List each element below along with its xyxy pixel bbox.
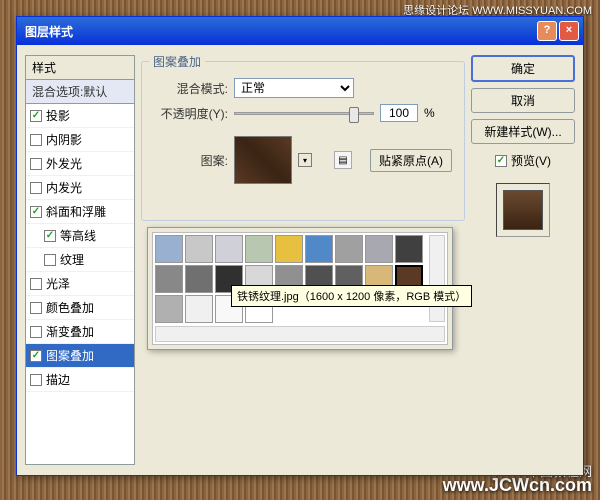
style-item[interactable]: 纹理 <box>26 248 134 272</box>
scrollbar-horizontal[interactable] <box>155 326 445 342</box>
style-label: 图案叠加 <box>46 347 94 364</box>
styles-header[interactable]: 样式 <box>26 56 134 80</box>
section-title: 图案叠加 <box>149 53 205 70</box>
pattern-swatch[interactable] <box>365 235 393 263</box>
close-button[interactable]: × <box>559 21 579 41</box>
pattern-swatch[interactable] <box>215 235 243 263</box>
style-label: 等高线 <box>60 227 96 244</box>
style-checkbox[interactable] <box>44 254 56 266</box>
preview-thumbnail <box>496 183 550 237</box>
pattern-swatch[interactable] <box>155 265 183 293</box>
pattern-label: 图案: <box>150 152 228 169</box>
style-checkbox[interactable]: ✓ <box>30 206 42 218</box>
opacity-label: 不透明度(Y): <box>150 105 228 122</box>
style-item[interactable]: 内阴影 <box>26 128 134 152</box>
blend-mode-select[interactable]: 正常 <box>234 78 354 98</box>
pattern-swatch[interactable] <box>185 295 213 323</box>
blend-mode-label: 混合模式: <box>150 80 228 97</box>
styles-list: 样式 混合选项:默认 ✓ 投影内阴影外发光内发光 ✓ 斜面和浮雕 ✓ 等高线纹理光泽颜色叠… <box>25 55 135 465</box>
ok-button[interactable]: 确定 <box>471 55 575 82</box>
opacity-input[interactable] <box>380 104 418 122</box>
style-label: 光泽 <box>46 275 70 292</box>
scrollbar-vertical[interactable] <box>429 235 445 322</box>
style-item[interactable]: 外发光 <box>26 152 134 176</box>
style-label: 斜面和浮雕 <box>46 203 106 220</box>
pattern-swatch[interactable] <box>155 295 183 323</box>
pattern-swatch[interactable] <box>275 235 303 263</box>
pattern-swatch[interactable] <box>335 235 363 263</box>
pattern-swatch[interactable] <box>185 265 213 293</box>
watermark-bottom-url: www.JCWcn.com <box>443 475 592 496</box>
style-checkbox[interactable] <box>30 302 42 314</box>
pattern-swatch[interactable] <box>185 235 213 263</box>
style-item[interactable]: 渐变叠加 <box>26 320 134 344</box>
new-pattern-icon[interactable]: ▤ <box>334 151 352 169</box>
style-checkbox[interactable] <box>30 134 42 146</box>
opacity-slider[interactable] <box>234 112 374 115</box>
layer-style-dialog: 图层样式 ? × 样式 混合选项:默认 ✓ 投影内阴影外发光内发光 ✓ 斜面和浮雕 ✓ 等… <box>16 16 584 476</box>
pattern-preview[interactable] <box>234 136 292 184</box>
style-checkbox[interactable] <box>30 326 42 338</box>
preview-checkbox[interactable]: ✓ <box>495 155 507 167</box>
style-item[interactable]: 内发光 <box>26 176 134 200</box>
style-checkbox[interactable] <box>30 278 42 290</box>
main-panel: 图案叠加 图案 混合模式: 正常 不透明度(Y): % 图案: ▾ <box>141 55 465 465</box>
pattern-swatch[interactable] <box>305 235 333 263</box>
style-item[interactable]: 颜色叠加 <box>26 296 134 320</box>
help-button[interactable]: ? <box>537 21 557 41</box>
style-item[interactable]: 光泽 <box>26 272 134 296</box>
style-label: 外发光 <box>46 155 82 172</box>
pattern-swatch[interactable] <box>395 235 423 263</box>
style-label: 内阴影 <box>46 131 82 148</box>
pattern-dropdown-icon[interactable]: ▾ <box>298 153 312 167</box>
blend-options-default[interactable]: 混合选项:默认 <box>26 80 134 104</box>
snap-origin-button[interactable]: 贴紧原点(A) <box>370 149 452 172</box>
style-checkbox[interactable]: ✓ <box>44 230 56 242</box>
opacity-unit: % <box>424 106 435 120</box>
style-label: 颜色叠加 <box>46 299 94 316</box>
style-label: 内发光 <box>46 179 82 196</box>
cancel-button[interactable]: 取消 <box>471 88 575 113</box>
style-checkbox[interactable]: ✓ <box>30 350 42 362</box>
pattern-swatch[interactable] <box>155 235 183 263</box>
new-style-button[interactable]: 新建样式(W)... <box>471 119 575 144</box>
titlebar[interactable]: 图层样式 ? × <box>17 17 583 45</box>
style-label: 投影 <box>46 107 70 124</box>
style-item[interactable]: ✓ 斜面和浮雕 <box>26 200 134 224</box>
style-checkbox[interactable] <box>30 182 42 194</box>
style-label: 纹理 <box>60 251 84 268</box>
preview-label: 预览(V) <box>511 152 551 169</box>
right-column: 确定 取消 新建样式(W)... ✓ 预览(V) <box>471 55 575 465</box>
style-checkbox[interactable]: ✓ <box>30 110 42 122</box>
pattern-tooltip: 铁锈纹理.jpg（1600 x 1200 像素，RGB 模式） <box>231 285 472 307</box>
style-item[interactable]: 描边 <box>26 368 134 392</box>
style-item[interactable]: ✓ 图案叠加 <box>26 344 134 368</box>
style-item[interactable]: ✓ 投影 <box>26 104 134 128</box>
style-item[interactable]: ✓ 等高线 <box>26 224 134 248</box>
style-checkbox[interactable] <box>30 158 42 170</box>
pattern-swatch[interactable] <box>245 235 273 263</box>
style-label: 描边 <box>46 371 70 388</box>
style-checkbox[interactable] <box>30 374 42 386</box>
dialog-title: 图层样式 <box>25 23 535 40</box>
style-label: 渐变叠加 <box>46 323 94 340</box>
